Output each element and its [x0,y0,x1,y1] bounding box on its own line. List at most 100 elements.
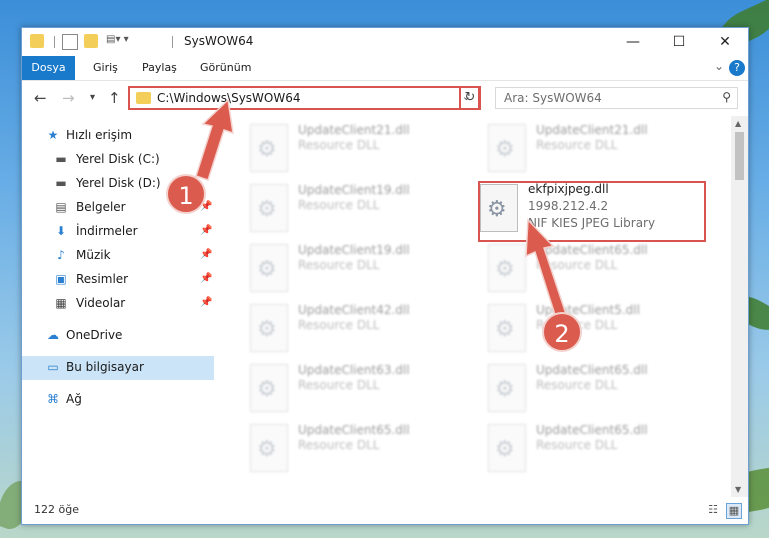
file-item[interactable]: ⚙ UpdateClient21.dll Resource DLL [478,118,698,178]
file-type: Resource DLL [298,318,380,332]
sidebar-item-downloads[interactable]: ⬇ İndirmeler 📌 [22,220,214,244]
file-type: Resource DLL [298,258,380,272]
file-item[interactable]: ⚙ UpdateClient65.dll Resource DLL [478,238,698,298]
minimize-button[interactable]: — [610,28,656,56]
file-name: UpdateClient42.dll [298,303,410,317]
new-folder-icon[interactable] [84,34,98,48]
status-bar: 122 öğe ☷ ▦ [22,498,748,524]
video-icon: ▦ [55,296,67,310]
target-file-highlight [478,181,706,242]
explorer-window: ▤▾ ▾ SysWOW64 — ☐ ✕ Dosya Giriş Paylaş G… [21,27,749,525]
sidebar-item-music[interactable]: ♪ Müzik 📌 [22,244,214,268]
refresh-button[interactable]: ↻ [459,86,481,110]
folder-icon [30,34,44,48]
pin-icon[interactable]: 📌 [200,225,212,236]
dll-file-icon: ⚙ [488,364,526,412]
search-input[interactable]: Ara: SysWOW64 ⚲ [495,87,738,109]
details-view-icon[interactable]: ☷ [706,503,720,517]
sidebar-item-this-pc[interactable]: ▭ Bu bilgisayar [22,356,214,380]
sidebar-item-network[interactable]: ⌘ Ağ [22,388,214,412]
file-name: UpdateClient21.dll [536,123,648,137]
step-1-badge: 1 [166,174,206,214]
file-type: Resource DLL [298,138,380,152]
file-name: UpdateClient65.dll [298,423,410,437]
file-type: Resource DLL [536,138,618,152]
scrollbar-thumb[interactable] [735,132,744,180]
title-bar: ▤▾ ▾ SysWOW64 — ☐ ✕ [22,28,748,56]
up-arrow-icon[interactable]: ↑ [108,89,121,107]
sidebar-item-label: Yerel Disk (C:) [76,152,160,166]
dll-file-icon: ⚙ [250,364,288,412]
scroll-up-icon[interactable]: ▲ [735,119,741,128]
dll-file-icon: ⚙ [488,304,526,352]
file-type: Resource DLL [536,378,618,392]
forward-arrow-icon[interactable]: → [62,89,75,107]
network-icon: ⌘ [47,392,59,406]
close-button[interactable]: ✕ [702,28,748,56]
help-icon[interactable]: ? [729,60,745,76]
pin-icon[interactable]: 📌 [200,273,212,284]
sidebar-item-pictures[interactable]: ▣ Resimler 📌 [22,268,214,292]
tab-view[interactable]: Görünüm [200,56,251,80]
address-bar[interactable]: C:\Windows\SysWOW64 ⌄ [128,86,480,110]
window-title: SysWOW64 [184,34,254,48]
ribbon: Dosya Giriş Paylaş Görünüm ⌄ ? [22,56,748,81]
sidebar-item-label: Bu bilgisayar [66,360,144,374]
cloud-icon: ☁ [47,328,59,342]
item-count: 122 öğe [34,503,79,516]
file-item[interactable]: ⚙ UpdateClient5.dll Resource DLL [478,298,698,358]
file-item[interactable]: ⚙ UpdateClient19.dll Resource DLL [240,238,460,298]
search-icon[interactable]: ⚲ [722,90,731,104]
file-item[interactable]: ⚙ UpdateClient19.dll Resource DLL [240,178,460,238]
file-type: Resource DLL [298,438,380,452]
sidebar-item-label: Hızlı erişim [66,128,133,142]
address-path[interactable]: C:\Windows\SysWOW64 [157,91,301,105]
sidebar-item-videos[interactable]: ▦ Videolar 📌 [22,292,214,316]
file-name: UpdateClient21.dll [298,123,410,137]
scroll-down-icon[interactable]: ▼ [735,485,741,494]
sidebar-item-onedrive[interactable]: ☁ OneDrive [22,324,214,348]
file-type: Resource DLL [536,258,618,272]
dll-file-icon: ⚙ [250,424,288,472]
dll-file-icon: ⚙ [250,304,288,352]
file-name: UpdateClient65.dll [536,363,648,377]
sidebar-item-quick-access[interactable]: ★ Hızlı erişim [22,124,214,148]
file-name: UpdateClient65.dll [536,243,648,257]
navigation-bar: ← → ▾ ↑ C:\Windows\SysWOW64 ⌄ ↻ Ara: Sys… [22,81,748,115]
step-2-badge: 2 [542,312,582,352]
file-item[interactable]: ⚙ UpdateClient42.dll Resource DLL [240,298,460,358]
back-arrow-icon[interactable]: ← [34,89,47,107]
file-type: Resource DLL [298,378,380,392]
dll-file-icon: ⚙ [488,244,526,292]
sidebar-item-label: İndirmeler [76,224,138,238]
pictures-icon: ▣ [55,272,67,286]
file-item[interactable]: ⚙ UpdateClient21.dll Resource DLL [240,118,460,178]
sidebar-item-label: OneDrive [66,328,123,342]
tab-home[interactable]: Giriş [93,56,118,80]
file-type: Resource DLL [536,438,618,452]
file-name: UpdateClient63.dll [298,363,410,377]
search-placeholder: Ara: SysWOW64 [504,91,602,105]
tiles-view-icon[interactable]: ▦ [726,503,742,519]
properties-icon[interactable] [62,34,78,50]
vertical-scrollbar[interactable]: ▲ ▼ [731,116,748,497]
maximize-button[interactable]: ☐ [656,28,702,56]
file-type: Resource DLL [298,198,380,212]
tab-file[interactable]: Dosya [22,56,75,80]
sidebar-item-label: Videolar [76,296,126,310]
recent-locations-icon[interactable]: ▾ [90,92,95,103]
download-icon: ⬇ [55,224,67,238]
expand-ribbon-icon[interactable]: ⌄ [714,59,724,73]
tab-share[interactable]: Paylaş [142,56,177,80]
document-icon: ▤ [55,200,67,214]
pin-icon[interactable]: 📌 [200,249,212,260]
file-item[interactable]: ⚙ UpdateClient63.dll Resource DLL [240,358,460,418]
file-item[interactable]: ⚙ UpdateClient65.dll Resource DLL [478,358,698,418]
dll-file-icon: ⚙ [250,124,288,172]
customize-toolbar-icon[interactable]: ▤▾ ▾ [106,34,136,48]
drive-icon: ▬ [55,176,67,190]
sidebar-item-local-disk-c[interactable]: ▬ Yerel Disk (C:) [22,148,214,172]
file-item[interactable]: ⚙ UpdateClient65.dll Resource DLL [240,418,460,478]
pin-icon[interactable]: 📌 [200,297,212,308]
file-item[interactable]: ⚙ UpdateClient65.dll Resource DLL [478,418,698,478]
